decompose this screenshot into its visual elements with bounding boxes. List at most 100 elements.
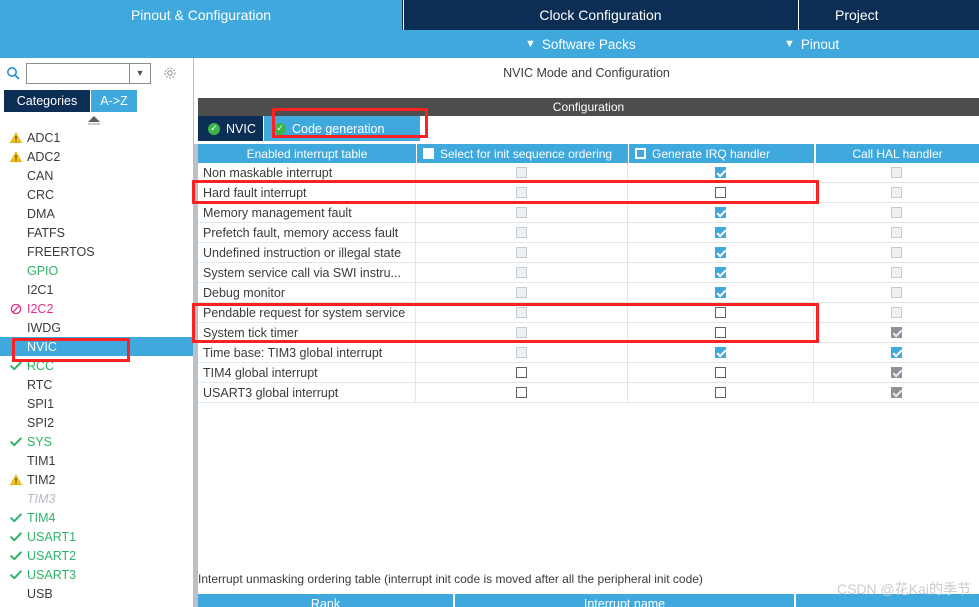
call-hal-cell[interactable] [814,183,979,202]
sidebar-item-freertos[interactable]: FREERTOS [0,242,193,261]
generate-irq-checkbox[interactable] [715,247,726,258]
call-hal-cell[interactable] [814,283,979,302]
generate-irq-checkbox[interactable] [715,327,726,338]
call-hal-cell[interactable] [814,323,979,342]
generate-irq-cell[interactable] [628,283,814,302]
call-hal-checkbox[interactable] [891,167,902,178]
sidebar-item-usart1[interactable]: USART1 [0,527,193,546]
tab-a-to-z[interactable]: A->Z [91,90,137,112]
table-row[interactable]: Hard fault interrupt [198,183,979,203]
sidebar-item-i2c1[interactable]: I2C1 [0,280,193,299]
sidebar-item-spi2[interactable]: SPI2 [0,413,193,432]
search-input[interactable] [26,62,130,84]
generate-irq-checkbox[interactable] [715,307,726,318]
init-order-checkbox[interactable] [516,207,527,218]
call-hal-cell[interactable] [814,263,979,282]
call-hal-cell[interactable] [814,383,979,402]
tab-code-generation[interactable]: ✓ Code generation [264,116,420,141]
generate-irq-cell[interactable] [628,363,814,382]
generate-irq-checkbox[interactable] [715,207,726,218]
call-hal-cell[interactable] [814,303,979,322]
call-hal-checkbox[interactable] [891,307,902,318]
init-order-cell[interactable] [416,343,628,362]
table-row[interactable]: Debug monitor [198,283,979,303]
sidebar-item-usart2[interactable]: USART2 [0,546,193,565]
generate-irq-cell[interactable] [628,203,814,222]
generate-irq-checkbox[interactable] [715,367,726,378]
sidebar-item-rcc[interactable]: RCC [0,356,193,375]
init-order-cell[interactable] [416,363,628,382]
init-order-checkbox[interactable] [516,287,527,298]
init-order-cell[interactable] [416,163,628,182]
init-order-cell[interactable] [416,263,628,282]
generate-irq-checkbox[interactable] [715,287,726,298]
table-row[interactable]: Pendable request for system service [198,303,979,323]
init-order-checkbox[interactable] [516,167,527,178]
call-hal-cell[interactable] [814,203,979,222]
generate-irq-cell[interactable] [628,263,814,282]
init-order-checkbox[interactable] [516,347,527,358]
call-hal-checkbox[interactable] [891,347,902,358]
tab-clock-configuration[interactable]: Clock Configuration [403,0,797,30]
search-dropdown-button[interactable]: ▼ [130,62,151,84]
generate-irq-cell[interactable] [628,303,814,322]
generate-irq-checkbox[interactable] [715,227,726,238]
tab-project[interactable]: Project [798,0,979,30]
table-row[interactable]: USART3 global interrupt [198,383,979,403]
init-order-checkbox[interactable] [516,327,527,338]
init-order-checkbox[interactable] [516,367,527,378]
gear-icon[interactable] [163,66,177,80]
call-hal-checkbox[interactable] [891,367,902,378]
init-order-checkbox[interactable] [516,387,527,398]
call-hal-cell[interactable] [814,243,979,262]
call-hal-checkbox[interactable] [891,267,902,278]
sidebar-item-crc[interactable]: CRC [0,185,193,204]
tab-categories[interactable]: Categories [4,90,90,112]
sidebar-item-nvic[interactable]: NVIC [0,337,193,356]
generate-irq-cell[interactable] [628,223,814,242]
call-hal-cell[interactable] [814,223,979,242]
column-header-select-for-init[interactable]: Select for init sequence ordering [416,144,628,163]
generate-irq-checkbox[interactable] [715,347,726,358]
generate-irq-cell[interactable] [628,323,814,342]
init-order-cell[interactable] [416,203,628,222]
call-hal-checkbox[interactable] [891,227,902,238]
sidebar-item-dma[interactable]: DMA [0,204,193,223]
sidebar-item-rtc[interactable]: RTC [0,375,193,394]
sidebar-item-usb[interactable]: USB [0,584,193,603]
sidebar-item-i2c2[interactable]: I2C2 [0,299,193,318]
init-order-checkbox[interactable] [516,227,527,238]
init-order-cell[interactable] [416,383,628,402]
generate-irq-cell[interactable] [628,383,814,402]
sidebar-item-usart3[interactable]: USART3 [0,565,193,584]
init-order-cell[interactable] [416,223,628,242]
init-order-cell[interactable] [416,323,628,342]
call-hal-checkbox[interactable] [891,187,902,198]
call-hal-checkbox[interactable] [891,387,902,398]
scroll-up-icon[interactable] [88,115,100,127]
table-row[interactable]: Non maskable interrupt [198,163,979,183]
generate-irq-checkbox[interactable] [715,387,726,398]
init-order-cell[interactable] [416,183,628,202]
call-hal-checkbox[interactable] [891,327,902,338]
table-row[interactable]: Memory management fault [198,203,979,223]
software-packs-menu[interactable]: ▼ Software Packs [525,30,636,58]
sidebar-item-tim3[interactable]: TIM3 [0,489,193,508]
table-row[interactable]: TIM4 global interrupt [198,363,979,383]
table-row[interactable]: System service call via SWI instru... [198,263,979,283]
select-all-init-checkbox[interactable] [423,148,434,159]
tab-pinout-configuration[interactable]: Pinout & Configuration [0,0,402,30]
generate-irq-cell[interactable] [628,243,814,262]
init-order-checkbox[interactable] [516,247,527,258]
select-all-irq-checkbox[interactable] [635,148,646,159]
init-order-checkbox[interactable] [516,307,527,318]
table-row[interactable]: Time base: TIM3 global interrupt [198,343,979,363]
call-hal-checkbox[interactable] [891,287,902,298]
table-row[interactable]: System tick timer [198,323,979,343]
generate-irq-cell[interactable] [628,163,814,182]
call-hal-cell[interactable] [814,363,979,382]
sidebar-item-spi1[interactable]: SPI1 [0,394,193,413]
column-header-generate-irq[interactable]: Generate IRQ handler [628,144,814,163]
generate-irq-checkbox[interactable] [715,167,726,178]
sidebar-item-adc2[interactable]: ADC2 [0,147,193,166]
